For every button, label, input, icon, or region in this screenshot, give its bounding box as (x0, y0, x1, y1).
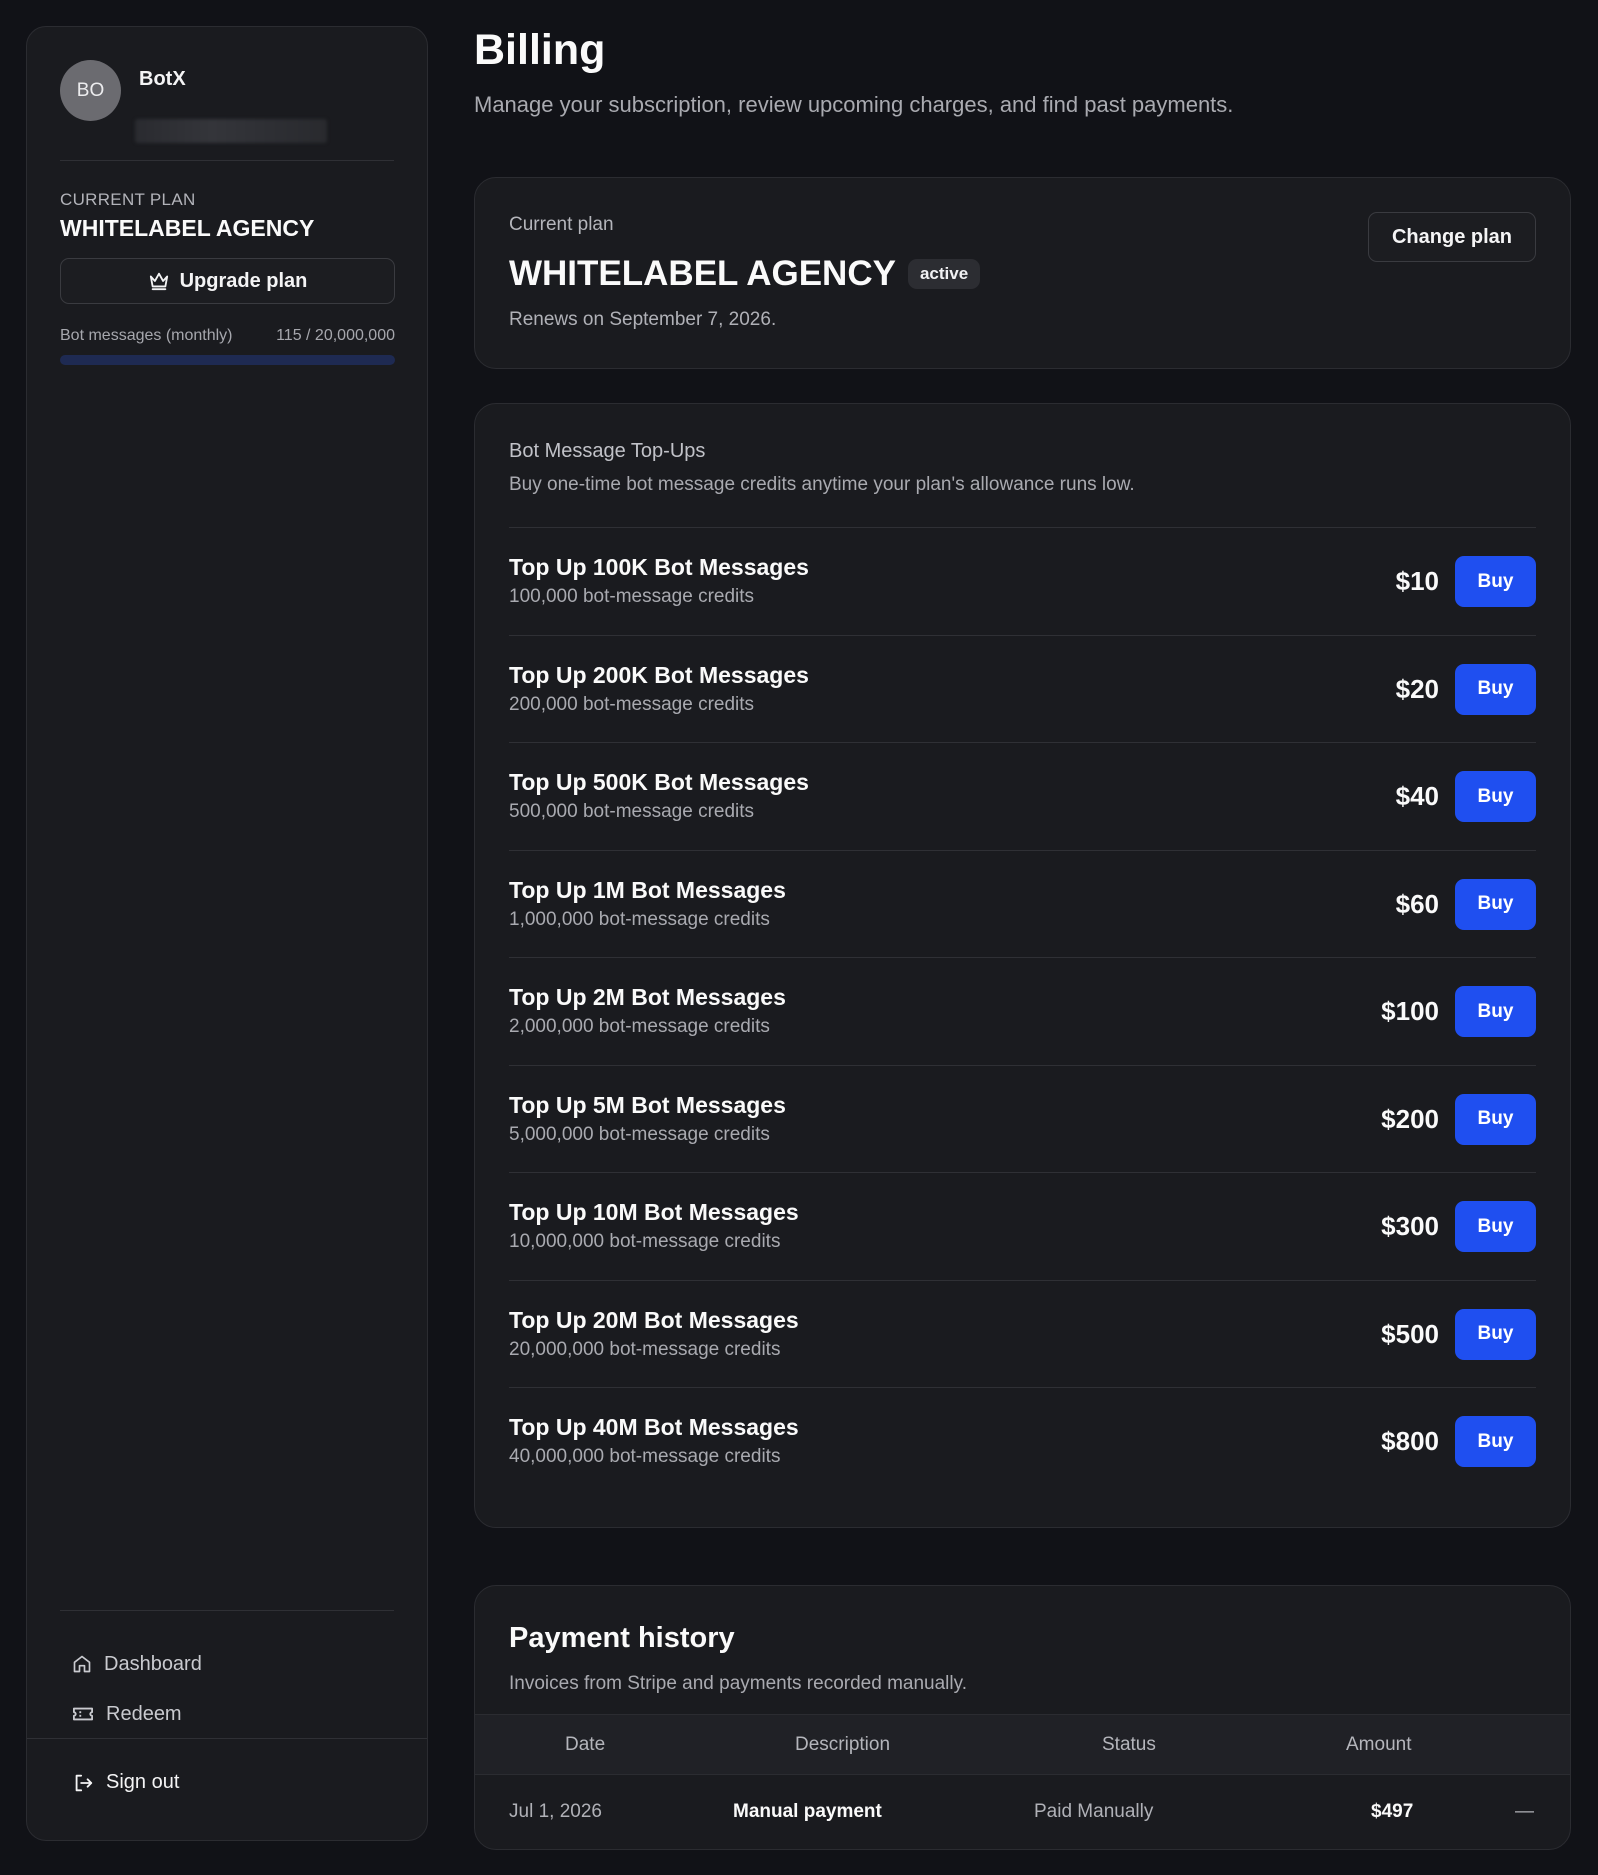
topup-item: Top Up 100K Bot Messages 100,000 bot-mess… (509, 528, 1536, 636)
upgrade-plan-label: Upgrade plan (179, 269, 308, 292)
plan-card-label: Current plan (509, 214, 614, 235)
buy-button[interactable]: Buy (1455, 556, 1536, 607)
topup-name: Top Up 10M Bot Messages (509, 1199, 799, 1225)
ticket-icon (72, 1704, 94, 1724)
payment-action[interactable]: — (1515, 1801, 1534, 1823)
sidebar-footer: Sign out (27, 1738, 427, 1793)
page-title: Billing (474, 26, 606, 74)
topup-credits: 500,000 bot-message credits (509, 801, 755, 822)
buy-button[interactable]: Buy (1455, 1416, 1536, 1467)
sidebar-item-label: Redeem (106, 1702, 182, 1725)
topups-list: Top Up 100K Bot Messages 100,000 bot-mess… (509, 527, 1536, 1496)
sidebar-item-label: Dashboard (104, 1652, 202, 1675)
topups-description: Buy one-time bot message credits anytime… (509, 474, 1135, 495)
column-status[interactable]: Status (1102, 1734, 1156, 1756)
usage-summary: Bot messages (monthly) 115 / 20,000,000 (60, 327, 395, 345)
change-plan-button[interactable]: Change plan (1367, 212, 1536, 262)
buy-button[interactable]: Buy (1455, 878, 1536, 930)
buy-button[interactable]: Buy (1455, 1093, 1536, 1145)
user-profile: BO BotX (60, 60, 394, 161)
topup-name: Top Up 500K Bot Messages (509, 769, 809, 795)
column-date[interactable]: Date (565, 1734, 605, 1756)
buy-button[interactable]: Buy (1455, 986, 1536, 1037)
payment-amount: $497 (1371, 1801, 1414, 1822)
buy-button[interactable]: Buy (1455, 1201, 1536, 1252)
renewal-date: Renews on September 7, 2026. (509, 309, 777, 330)
topup-price: $500 (1381, 1318, 1439, 1349)
topup-name: Top Up 40M Bot Messages (509, 1414, 799, 1440)
topup-credits: 20,000,000 bot-message credits (509, 1338, 781, 1360)
user-name: BotX (139, 68, 186, 90)
topup-name: Top Up 2M Bot Messages (509, 984, 786, 1010)
buy-button[interactable]: Buy (1455, 663, 1536, 715)
topup-item: Top Up 5M Bot Messages 5,000,000 bot-mess… (509, 1066, 1536, 1173)
crown-icon (148, 271, 170, 291)
topup-credits: 1,000,000 bot-message credits (509, 908, 770, 930)
table-row[interactable]: Jul 1, 2026 Manual payment Paid Manually… (475, 1775, 1570, 1847)
status-badge: active (907, 259, 981, 289)
topup-price: $20 (1395, 673, 1439, 704)
payment-history-description: Invoices from Stripe and payments record… (509, 1673, 967, 1694)
current-plan-name: WHITELABEL AGENCY (60, 215, 315, 241)
topup-price: $10 (1395, 566, 1439, 596)
topup-price: $100 (1381, 996, 1439, 1026)
topup-credits: 200,000 bot-message credits (509, 693, 755, 715)
redacted-email (135, 119, 327, 143)
topup-price: $60 (1395, 888, 1439, 919)
sidebar-nav: Dashboard Redeem (60, 1610, 394, 1739)
topup-item: Top Up 20M Bot Messages 20,000,000 bot-me… (509, 1281, 1536, 1388)
topup-item: Top Up 1M Bot Messages 1,000,000 bot-mess… (509, 851, 1536, 958)
topup-credits: 2,000,000 bot-message credits (509, 1016, 770, 1037)
column-description[interactable]: Description (795, 1734, 890, 1756)
topup-name: Top Up 100K Bot Messages (509, 554, 809, 580)
plan-name-row: WHITELABEL AGENCY active (509, 254, 981, 294)
topup-credits: 40,000,000 bot-message credits (509, 1446, 781, 1467)
topup-name: Top Up 5M Bot Messages (509, 1091, 786, 1118)
home-icon (72, 1654, 92, 1674)
upgrade-plan-button[interactable]: Upgrade plan (60, 258, 395, 304)
topup-item: Top Up 40M Bot Messages 40,000,000 bot-me… (509, 1388, 1536, 1496)
payment-date: Jul 1, 2026 (509, 1801, 602, 1822)
column-amount[interactable]: Amount (1346, 1734, 1411, 1756)
sign-out-label: Sign out (106, 1771, 180, 1793)
topup-item: Top Up 2M Bot Messages 2,000,000 bot-mess… (509, 958, 1536, 1066)
avatar[interactable]: BO (60, 60, 121, 121)
buy-button[interactable]: Buy (1455, 1308, 1536, 1360)
sidebar: BO BotX CURRENT PLAN WHITELABEL AGENCY U… (26, 26, 428, 1841)
table-header: Date Description Status Amount (475, 1714, 1570, 1775)
topup-price: $300 (1381, 1211, 1439, 1241)
buy-button[interactable]: Buy (1455, 771, 1536, 822)
payment-history-card: Payment history Invoices from Stripe and… (474, 1585, 1571, 1850)
plan-card-name: WHITELABEL AGENCY (509, 254, 896, 293)
topups-card: Bot Message Top-Ups Buy one-time bot mes… (474, 403, 1571, 1528)
topup-item: Top Up 500K Bot Messages 500,000 bot-mess… (509, 743, 1536, 851)
topups-title: Bot Message Top-Ups (509, 440, 706, 462)
topup-name: Top Up 20M Bot Messages (509, 1306, 799, 1333)
usage-value: 115 / 20,000,000 (276, 327, 395, 344)
current-plan-card: Current plan WHITELABEL AGENCY active Re… (474, 177, 1571, 369)
usage-label: Bot messages (monthly) (60, 327, 233, 344)
payment-status: Paid Manually (1034, 1801, 1154, 1822)
topup-item: Top Up 10M Bot Messages 10,000,000 bot-me… (509, 1173, 1536, 1281)
topup-item: Top Up 200K Bot Messages 200,000 bot-mess… (509, 636, 1536, 743)
sign-out-icon (72, 1772, 94, 1794)
payment-description: Manual payment (733, 1801, 882, 1822)
topup-name: Top Up 200K Bot Messages (509, 661, 809, 688)
topup-credits: 100,000 bot-message credits (509, 586, 755, 607)
sign-out-button[interactable]: Sign out (72, 1771, 179, 1794)
topup-credits: 10,000,000 bot-message credits (509, 1231, 781, 1252)
page-subtitle: Manage your subscription, review upcomin… (474, 92, 1234, 117)
topup-price: $800 (1381, 1426, 1439, 1456)
sidebar-item-redeem[interactable]: Redeem (60, 1689, 394, 1739)
payment-history-title: Payment history (509, 1622, 735, 1654)
topup-price: $40 (1395, 781, 1439, 811)
topup-price: $200 (1381, 1103, 1439, 1134)
sidebar-item-dashboard[interactable]: Dashboard (60, 1639, 394, 1689)
topup-credits: 5,000,000 bot-message credits (509, 1123, 770, 1145)
current-plan-label: CURRENT PLAN (60, 190, 196, 209)
usage-progress-bar (60, 355, 395, 365)
topup-name: Top Up 1M Bot Messages (509, 876, 786, 903)
